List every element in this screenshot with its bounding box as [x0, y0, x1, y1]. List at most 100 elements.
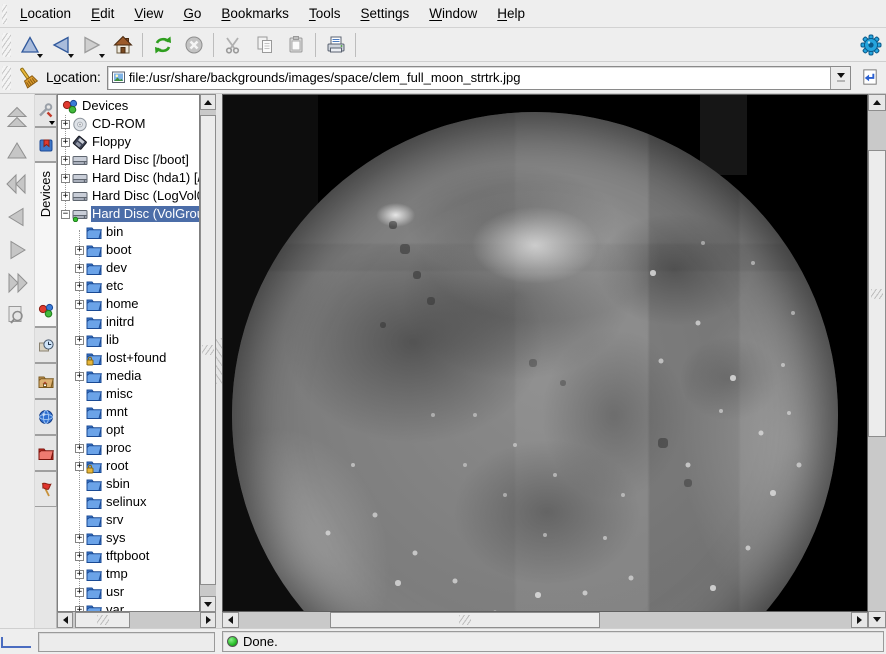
copy-button[interactable]: [249, 30, 280, 60]
tree-item-boot[interactable]: +boot: [58, 241, 199, 259]
tree-item-hard-disc-volgrou[interactable]: −Hard Disc (VolGrou: [58, 205, 199, 223]
tree-expander-expand[interactable]: +: [75, 372, 84, 381]
menu-settings[interactable]: Settings: [350, 0, 419, 28]
locbar-handle[interactable]: [2, 66, 11, 90]
menu-window[interactable]: Window: [419, 0, 487, 28]
tree-expander-collapse[interactable]: −: [61, 210, 70, 219]
scroll-right-button[interactable]: [851, 612, 868, 628]
location-url-input[interactable]: file:/usr/share/backgrounds/images/space…: [126, 70, 830, 85]
tree-item-misc[interactable]: misc: [58, 385, 199, 403]
location-dropdown-button[interactable]: [830, 67, 850, 89]
sidebar-tab-bookmarks[interactable]: [35, 127, 57, 162]
home-button[interactable]: [107, 30, 138, 60]
tree-item-opt[interactable]: opt: [58, 421, 199, 439]
menu-location[interactable]: Location: [10, 0, 81, 28]
tree-horizontal-scrollbar[interactable]: [57, 612, 216, 628]
tree-item-home[interactable]: +home: [58, 295, 199, 313]
tree-item-tmp[interactable]: +tmp: [58, 565, 199, 583]
up-nav-button[interactable]: [3, 137, 31, 165]
tree-item-hard-disc-hda1[interactable]: +Hard Disc (hda1) [/: [58, 169, 199, 187]
menu-edit[interactable]: Edit: [81, 0, 124, 28]
tree-item-sys[interactable]: +sys: [58, 529, 199, 547]
sidebar-configure-button[interactable]: [35, 94, 57, 127]
menu-bookmarks[interactable]: Bookmarks: [211, 0, 299, 28]
forward-nav-button[interactable]: [3, 236, 31, 264]
menu-help[interactable]: Help: [487, 0, 535, 28]
sidebar-tab-history[interactable]: [35, 327, 57, 363]
paste-button[interactable]: [280, 30, 311, 60]
up-button[interactable]: [14, 30, 45, 60]
tree-item-proc[interactable]: +proc: [58, 439, 199, 457]
reload-button[interactable]: [147, 30, 178, 60]
sidebar-tab-home-folder[interactable]: [35, 363, 57, 399]
double-back-button[interactable]: [3, 170, 31, 198]
tree-expander-expand[interactable]: +: [75, 336, 84, 345]
konqueror-logo-button[interactable]: [855, 30, 886, 60]
tree-item-devices[interactable]: Devices: [58, 97, 199, 115]
tree-expander-expand[interactable]: +: [75, 444, 84, 453]
tree-item-sbin[interactable]: sbin: [58, 475, 199, 493]
tree-expander-expand[interactable]: +: [61, 120, 70, 129]
tree-expander-expand[interactable]: +: [61, 192, 70, 201]
tree-item-hard-disc-logvol0[interactable]: +Hard Disc (LogVol0: [58, 187, 199, 205]
tree-item-lost-found[interactable]: lost+found: [58, 349, 199, 367]
print-button[interactable]: [320, 30, 351, 60]
sidebar-tab-root-folder[interactable]: [35, 435, 57, 471]
tree-expander-expand[interactable]: +: [61, 174, 70, 183]
scroll-left-button[interactable]: [57, 612, 73, 628]
tree-item-tftpboot[interactable]: +tftpboot: [58, 547, 199, 565]
toolbar-handle[interactable]: [2, 33, 11, 57]
tree-vertical-scrollbar[interactable]: [200, 94, 216, 612]
clear-location-button[interactable]: [14, 63, 42, 93]
double-forward-button[interactable]: [3, 269, 31, 297]
scroll-down-button[interactable]: [868, 611, 886, 628]
tree-item-var[interactable]: +var: [58, 601, 199, 612]
scroll-left-button[interactable]: [222, 612, 239, 628]
tree-item-dev[interactable]: +dev: [58, 259, 199, 277]
tree-item-media[interactable]: +media: [58, 367, 199, 385]
menu-go[interactable]: Go: [173, 0, 211, 28]
tree-item-bin[interactable]: bin: [58, 223, 199, 241]
up-dropdown-caret[interactable]: [37, 54, 43, 58]
forward-button[interactable]: [76, 30, 107, 60]
tree-expander-expand[interactable]: +: [75, 264, 84, 273]
sidebar-tab-devices[interactable]: Devices: [35, 162, 57, 327]
scroll-up-button[interactable]: [868, 94, 886, 111]
tree-item-root[interactable]: +root: [58, 457, 199, 475]
double-up-button[interactable]: [3, 104, 31, 132]
scroll-right-button[interactable]: [200, 612, 216, 628]
sidebar-tab-network[interactable]: [35, 399, 57, 435]
back-nav-button[interactable]: [3, 203, 31, 231]
tree-item-etc[interactable]: +etc: [58, 277, 199, 295]
view-horizontal-scrollbar[interactable]: [222, 612, 868, 628]
tree-expander-expand[interactable]: +: [61, 156, 70, 165]
tree-item-hard-disc-boot[interactable]: +Hard Disc [/boot]: [58, 151, 199, 169]
cut-button[interactable]: [218, 30, 249, 60]
preview-button[interactable]: [3, 302, 31, 330]
tree-expander-expand[interactable]: +: [75, 246, 84, 255]
forward-dropdown-caret[interactable]: [99, 54, 105, 58]
location-combobox[interactable]: file:/usr/share/backgrounds/images/space…: [107, 66, 851, 90]
scrollbar-thumb[interactable]: [868, 150, 886, 437]
tree-expander-expand[interactable]: +: [61, 138, 70, 147]
sidebar-tab-services[interactable]: [35, 471, 57, 507]
tree-expander-expand[interactable]: +: [75, 300, 84, 309]
scroll-down-button[interactable]: [200, 596, 216, 612]
tree-item-initrd[interactable]: initrd: [58, 313, 199, 331]
view-vertical-scrollbar[interactable]: [868, 94, 886, 628]
stop-button[interactable]: [178, 30, 209, 60]
menu-tools[interactable]: Tools: [299, 0, 351, 28]
tree-expander-expand[interactable]: +: [75, 588, 84, 597]
tree-expander-expand[interactable]: +: [75, 552, 84, 561]
tree-item-cd-rom[interactable]: +CD-ROM: [58, 115, 199, 133]
scrollbar-thumb[interactable]: [330, 612, 600, 628]
menu-view[interactable]: View: [124, 0, 173, 28]
scroll-up-button[interactable]: [200, 94, 216, 110]
menubar-handle[interactable]: [2, 4, 7, 24]
scrollbar-thumb[interactable]: [75, 612, 130, 628]
tree-item-lib[interactable]: +lib: [58, 331, 199, 349]
tree-item-selinux[interactable]: selinux: [58, 493, 199, 511]
tree-item-srv[interactable]: srv: [58, 511, 199, 529]
tree-expander-expand[interactable]: +: [75, 570, 84, 579]
tree-expander-expand[interactable]: +: [75, 534, 84, 543]
